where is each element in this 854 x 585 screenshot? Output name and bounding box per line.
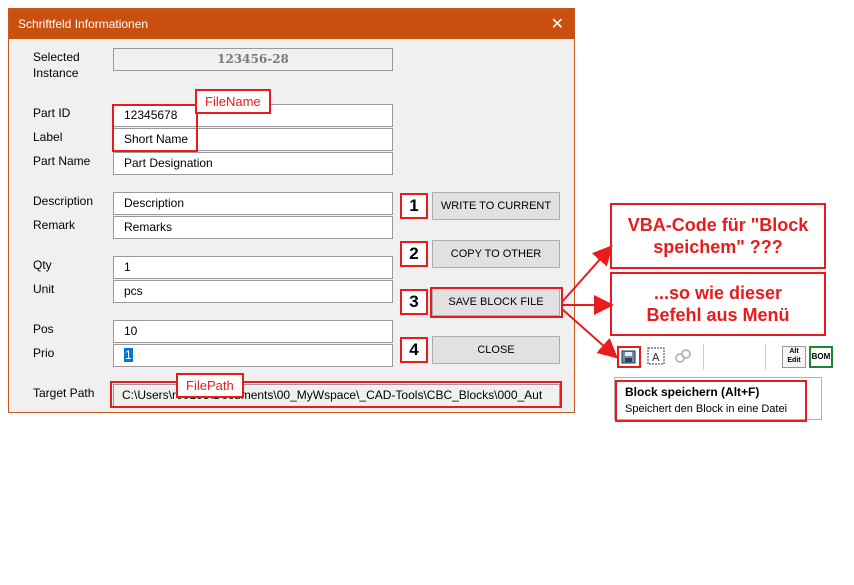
remark-field[interactable]: Remarks <box>113 216 393 239</box>
pos-field[interactable]: 10 <box>113 320 393 343</box>
copy-to-other-button[interactable]: COPY TO OTHER <box>432 240 560 268</box>
callout-vba-code-line2: speichem" ??? <box>653 237 783 257</box>
write-to-current-button[interactable]: WRITE TO CURRENT <box>432 192 560 220</box>
label-selected-instance-line1: Selected <box>33 50 80 64</box>
bom-icon[interactable]: BOM <box>809 346 833 368</box>
annotation-number-4: 4 <box>400 337 428 363</box>
dialog-title: Schriftfeld Informationen <box>18 17 149 31</box>
label-remark: Remark <box>33 218 76 232</box>
callout-vba-code-line1: VBA-Code für "Block <box>627 215 809 235</box>
label-part-id: Part ID <box>33 106 71 120</box>
label-selected-instance-line2: Instance <box>33 66 79 80</box>
label-target-path: Target Path <box>33 386 95 400</box>
close-window-icon[interactable]: ✕ <box>551 14 564 34</box>
description-field[interactable]: Description <box>113 192 393 215</box>
label-pos: Pos <box>33 322 54 336</box>
callout-menu-command-line2: Befehl aus Menü <box>646 305 790 325</box>
save-block-icon[interactable] <box>617 346 641 368</box>
annotation-highlight-save-button <box>430 287 563 318</box>
label-description: Description <box>33 194 94 208</box>
label-label: Label <box>33 130 63 144</box>
label-prio: Prio <box>33 346 55 360</box>
annotation-number-1: 1 <box>400 193 428 219</box>
annotation-filename-label: FileName <box>195 89 271 114</box>
selected-instance-field[interactable]: 123456-28 <box>113 48 393 71</box>
callout-menu-command-line1: ...so wie dieser <box>653 283 783 303</box>
prio-selected-text: 1 <box>124 348 133 362</box>
qty-field[interactable]: 1 <box>113 256 393 279</box>
toolbar-separator <box>765 344 766 370</box>
close-button[interactable]: CLOSE <box>432 336 560 364</box>
prio-field[interactable]: 1 <box>113 344 393 367</box>
alt-edit-icon[interactable]: Alt Edit <box>782 346 806 368</box>
annotation-highlight-filename-fields <box>112 104 198 152</box>
dialog-window: Schriftfeld Informationen ✕ Selected Ins… <box>8 8 575 413</box>
attribute-block-icon[interactable]: A <box>646 346 670 368</box>
annotation-number-2: 2 <box>400 241 428 267</box>
callout-vba-code: VBA-Code für "Block speichem" ??? <box>610 203 826 269</box>
part-name-field[interactable]: Part Designation <box>113 152 393 175</box>
annotation-filepath-label: FilePath <box>176 373 244 398</box>
label-qty: Qty <box>33 258 52 272</box>
annotation-number-3: 3 <box>400 289 428 315</box>
label-part-name: Part Name <box>33 154 91 168</box>
toolbar-strip: A Alt Edit BOM <box>612 342 834 372</box>
label-unit: Unit <box>33 282 55 296</box>
unit-field[interactable]: pcs <box>113 280 393 303</box>
title-bar: Schriftfeld Informationen ✕ <box>9 9 574 39</box>
callout-menu-command: ...so wie dieser Befehl aus Menü <box>610 272 826 336</box>
link-disabled-icon[interactable] <box>672 346 696 368</box>
toolbar-separator <box>703 344 704 370</box>
svg-text:A: A <box>652 351 660 364</box>
annotation-highlight-tooltip <box>615 380 807 422</box>
